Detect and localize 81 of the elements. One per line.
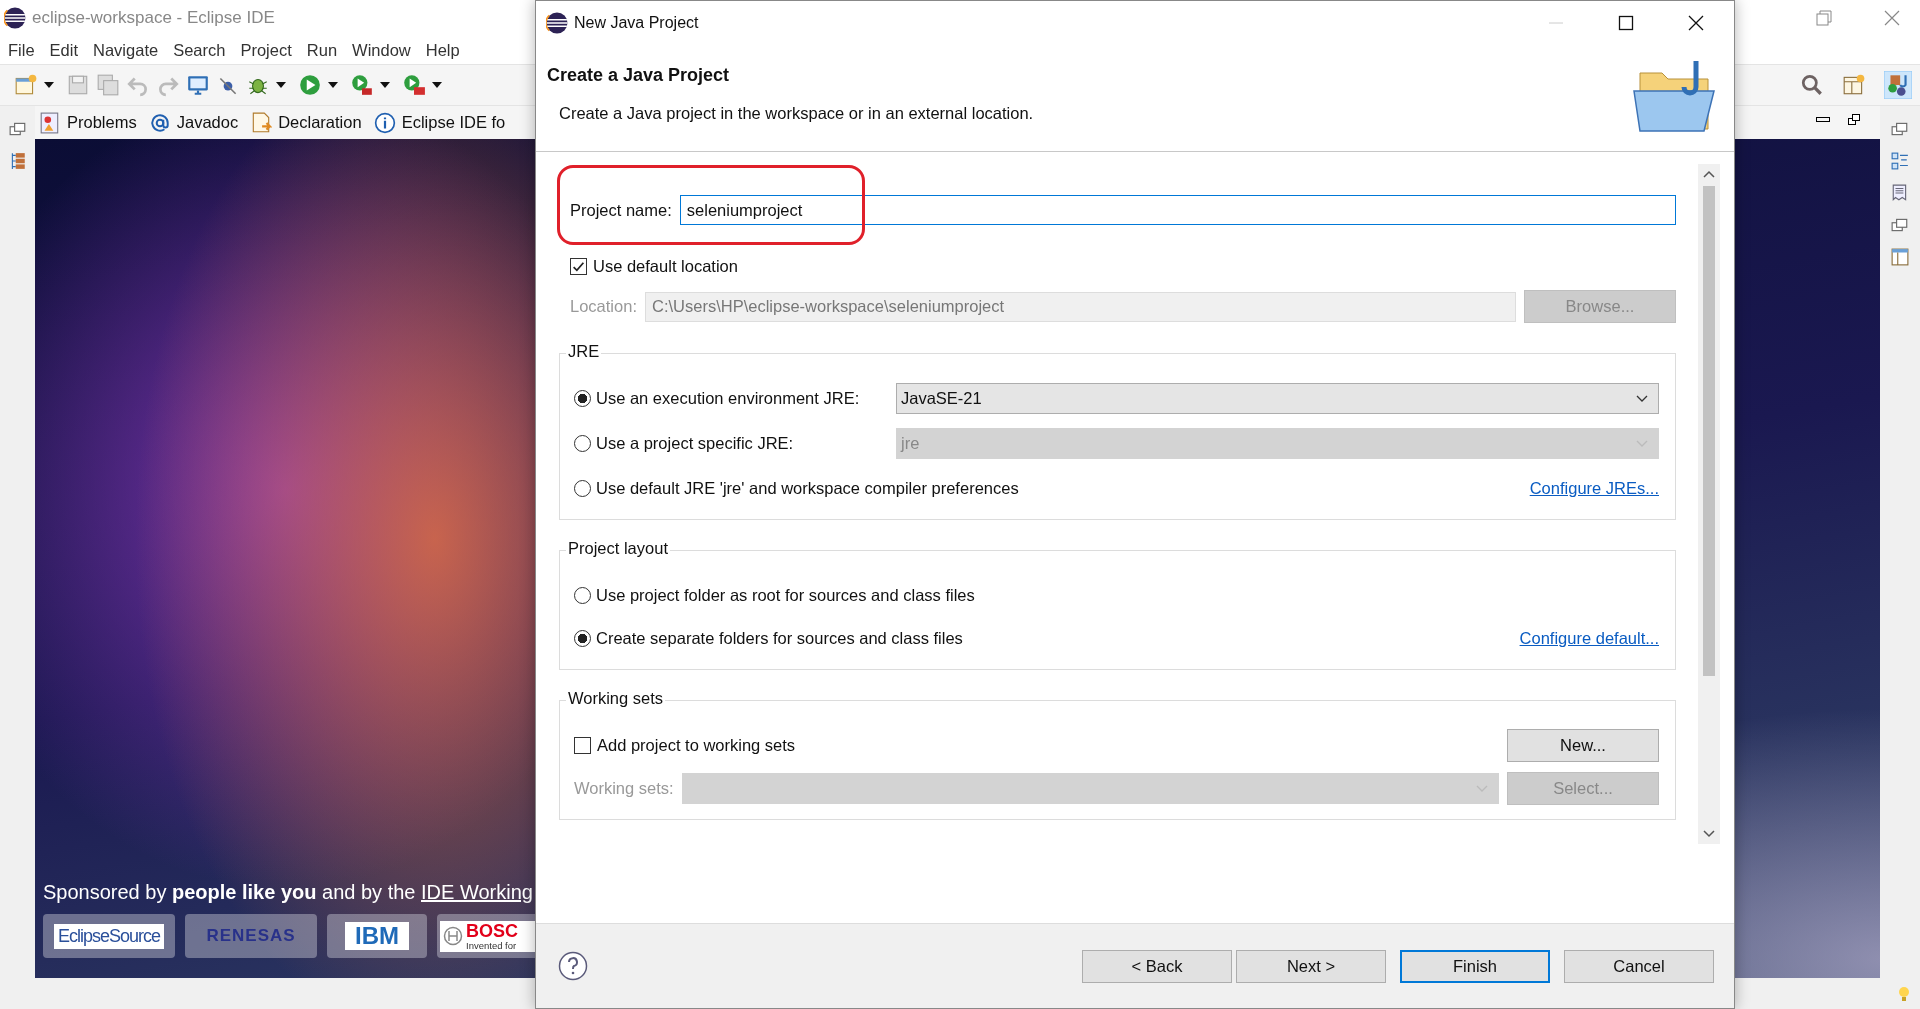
- restore-icon[interactable]: [1891, 120, 1909, 138]
- radio-option[interactable]: Create separate folders for sources and class files: [574, 629, 963, 648]
- menu-item[interactable]: Window: [352, 40, 411, 60]
- group-title: Project layout: [566, 539, 670, 558]
- radio-button[interactable]: [574, 390, 591, 407]
- search-icon[interactable]: [1800, 73, 1824, 97]
- scroll-down-icon[interactable]: [1703, 830, 1715, 838]
- scroll-up-icon[interactable]: [1703, 170, 1715, 178]
- sponsor-logo[interactable]: EclipseSource: [43, 914, 175, 958]
- help-icon[interactable]: [558, 951, 588, 981]
- page-description: Create a Java project in the workspace or in an external location.: [558, 104, 1034, 123]
- view-tab[interactable]: Javadoc: [148, 111, 239, 134]
- menu-item[interactable]: Project: [240, 40, 292, 60]
- scrollbar[interactable]: [1698, 164, 1720, 844]
- view-tab[interactable]: Declaration: [250, 111, 362, 134]
- page-heading: Create a Java Project: [547, 65, 731, 86]
- chevron-down-icon[interactable]: [1636, 394, 1648, 403]
- close-icon[interactable]: [1688, 15, 1704, 31]
- caret-icon[interactable]: [44, 82, 54, 88]
- field-label: Project name:: [570, 200, 672, 220]
- radio-button[interactable]: [574, 480, 591, 497]
- caret-icon[interactable]: [276, 82, 286, 88]
- dialog-title: New Java Project: [574, 14, 699, 32]
- configure-link[interactable]: Configure JREs...: [1529, 479, 1659, 498]
- menu-item[interactable]: Navigate: [93, 40, 159, 60]
- use-default-location-checkbox[interactable]: Use default location: [570, 257, 1690, 276]
- field-label: Working sets:: [574, 779, 674, 798]
- restore-icon[interactable]: [8, 120, 27, 138]
- radio-button[interactable]: [574, 630, 591, 647]
- dialog-button[interactable]: Finish: [1400, 949, 1550, 983]
- configure-link[interactable]: Configure default...: [1519, 629, 1659, 648]
- sponsor-logo[interactable]: IBM: [327, 914, 427, 958]
- outline-icon[interactable]: [1891, 152, 1909, 170]
- add-to-working-sets-checkbox[interactable]: Add project to working sets: [574, 736, 796, 755]
- external-tools-icon[interactable]: [402, 73, 426, 97]
- maximize-icon[interactable]: [1848, 114, 1860, 126]
- menu-item[interactable]: Edit: [49, 40, 79, 60]
- declaration-icon: [250, 111, 273, 134]
- new-button[interactable]: New...: [1507, 729, 1659, 762]
- run-config-icon[interactable]: [350, 73, 374, 97]
- project-name-field[interactable]: seleniumproject: [679, 195, 1676, 225]
- menu-item[interactable]: File: [8, 40, 35, 60]
- scrollbar-thumb[interactable]: [1703, 186, 1715, 676]
- checkmark-icon: [572, 260, 585, 273]
- menu-item[interactable]: Search: [173, 40, 226, 60]
- dialog-button[interactable]: Cancel: [1564, 949, 1714, 983]
- at-sign-icon: [148, 111, 171, 134]
- sponsor-link[interactable]: IDE Working: [421, 881, 533, 903]
- open-perspective-icon[interactable]: [1842, 73, 1866, 97]
- dialog-button[interactable]: Next >: [1236, 949, 1386, 983]
- eclipse-logo-icon: [546, 12, 568, 34]
- window-layout-icon[interactable]: [1891, 248, 1909, 266]
- info-icon: [373, 111, 396, 134]
- maximize-icon[interactable]: [1618, 15, 1634, 31]
- radio-option[interactable]: Use project folder as root for sources and class files: [574, 586, 975, 605]
- group-title: Working sets: [566, 689, 666, 708]
- radio-option[interactable]: Use an execution environment JRE:: [574, 389, 884, 408]
- document-icon[interactable]: [1891, 184, 1909, 202]
- radio-option[interactable]: Use default JRE 'jre' and workspace compiler preferences: [574, 479, 1019, 498]
- view-tab[interactable]: Problems: [39, 111, 137, 134]
- caret-icon[interactable]: [328, 82, 338, 88]
- caret-icon[interactable]: [432, 82, 442, 88]
- eclipse-logo-icon: [4, 7, 26, 29]
- field-label: Location:: [570, 297, 637, 316]
- menu-item[interactable]: Run: [306, 40, 338, 60]
- radio-button[interactable]: [574, 587, 591, 604]
- java-perspective-icon[interactable]: [1884, 71, 1912, 99]
- window-title: eclipse-workspace - Eclipse IDE: [32, 8, 275, 28]
- minimize-icon[interactable]: [1816, 116, 1830, 124]
- run-icon[interactable]: [298, 73, 322, 97]
- caret-icon[interactable]: [380, 82, 390, 88]
- dialog-button[interactable]: < Back: [1082, 949, 1232, 983]
- radio-button[interactable]: [574, 435, 591, 452]
- radio-option[interactable]: Use a project specific JRE:: [574, 434, 884, 453]
- problems-icon: [39, 111, 61, 134]
- monitor-icon[interactable]: [186, 73, 210, 97]
- view-tab[interactable]: Eclipse IDE fo: [373, 111, 506, 134]
- menu-item[interactable]: Help: [425, 40, 460, 60]
- restore-icon[interactable]: [1891, 216, 1909, 234]
- new-file-icon[interactable]: [14, 73, 38, 97]
- jre-dropdown[interactable]: JavaSE-21: [896, 383, 1659, 414]
